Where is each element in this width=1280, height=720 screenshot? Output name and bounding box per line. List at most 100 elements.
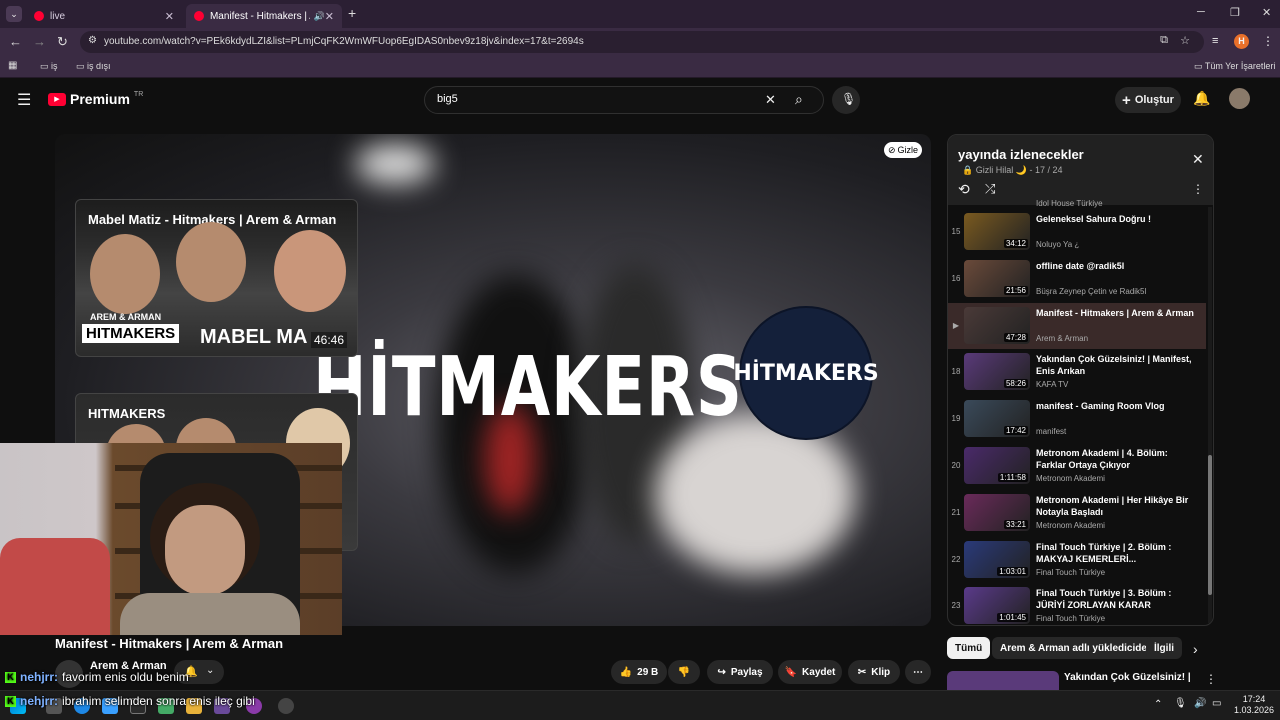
new-tab-icon[interactable]: + (348, 5, 356, 21)
apps-grid-icon[interactable]: ▦ (8, 60, 17, 71)
loop-icon[interactable]: ⟲ (958, 181, 970, 198)
voice-search-button[interactable]: 🎙 (832, 86, 860, 114)
playlist-item-title[interactable]: offline date @radik5l (1036, 260, 1196, 272)
install-app-icon[interactable]: ⧉ (1160, 34, 1168, 47)
folder-icon: ▭ (1194, 61, 1205, 71)
tray-volume-icon[interactable]: 🔊 (1194, 698, 1206, 709)
taskbar-app-icon[interactable] (278, 698, 294, 714)
audio-playing-icon[interactable]: 🔊 (314, 11, 325, 22)
playlist-item[interactable]: 20 1:11:58 Metronom Akademi | 4. Bölüm: Fa… (948, 443, 1206, 489)
playlist-item-title[interactable]: Final Touch Türkiye | 3. Bölüm : JÜRİYİ … (1036, 587, 1196, 611)
save-button[interactable]: 🔖 Kaydet (778, 660, 842, 684)
playlist-item[interactable]: 15 34:12 Geleneksel Sahura Doğru ! Noluyo Y… (948, 209, 1206, 255)
playlist-item[interactable]: ▶ 47:28 Manifest - Hitmakers | Arem & Arma… (948, 302, 1206, 349)
playlist-item-index: 20 (951, 461, 961, 470)
related-video-title[interactable]: Yakından Çok Güzelsiniz! | (1064, 672, 1191, 683)
tab-live[interactable]: live ✕ (26, 4, 182, 28)
playlist-item-title[interactable]: Manifest - Hitmakers | Arem & Arman (1036, 307, 1196, 319)
clear-search-icon[interactable]: ✕ (765, 92, 776, 108)
playlist-item-thumbnail[interactable]: 17:42 (964, 400, 1030, 438)
shuffle-icon[interactable]: ⤮ (985, 181, 995, 197)
tab-manifest[interactable]: Manifest - Hitmakers | Arem 🔊 ✕ (186, 4, 342, 28)
reload-icon[interactable]: ↻ (57, 34, 68, 50)
address-bar[interactable]: ⚙ youtube.com/watch?v=PEk6kdydLZI&list=P… (80, 31, 1204, 53)
bookmark-folder-is-disi[interactable]: ▭ iş dışı (76, 61, 111, 72)
playlist-item-title[interactable]: Metronom Akademi | 4. Bölüm: Farklar Ort… (1036, 447, 1196, 471)
hitmakers-title-overlay: HİTMAKERS (313, 340, 743, 435)
playlist-item-duration: 34:12 (1003, 239, 1028, 248)
playlist-item[interactable]: 23 1:01:45 Final Touch Türkiye | 3. Bölüm … (948, 583, 1206, 625)
tray-network-icon[interactable]: ▭ (1212, 698, 1221, 709)
chat-message: K nehjrr: ibrahim selimden sonra enis il… (5, 694, 255, 708)
clip-label: Klip (871, 666, 891, 678)
site-info-icon[interactable]: ⚙ (88, 35, 97, 46)
browser-menu-icon[interactable]: ⋮ (1262, 34, 1274, 48)
chip-from-uploader[interactable]: Arem & Arman adlı yüklediciden (992, 637, 1162, 659)
playlist-scrollbar-thumb[interactable] (1208, 455, 1212, 595)
like-button[interactable]: 👍 29 B (611, 660, 667, 684)
youtube-logo[interactable]: ▶ Premium TR (48, 91, 143, 107)
playlist-item-title[interactable]: Metronom Akademi | Her Hikâye Bir Notayl… (1036, 494, 1196, 518)
hide-endscreen-button[interactable]: ⊘ Gizle (884, 142, 922, 158)
search-icon[interactable]: ⌕ (795, 91, 803, 108)
notifications-bell-icon[interactable]: 🔔 (1193, 90, 1210, 107)
back-icon[interactable]: ← (9, 34, 22, 49)
playlist-item-channel: Final Touch Türkiye (1036, 567, 1106, 577)
close-tab-icon[interactable]: ✕ (325, 10, 334, 23)
close-playlist-icon[interactable]: ✕ (1192, 151, 1204, 168)
all-bookmarks-folder[interactable]: ▭ Tüm Yer İşaretleri (1194, 61, 1275, 72)
minimize-icon[interactable]: ─ (1197, 6, 1205, 18)
clip-button[interactable]: ✂ Klip (848, 660, 900, 684)
playlist-item-thumbnail[interactable]: 33:21 (964, 493, 1030, 531)
create-button[interactable]: + Oluştur (1115, 87, 1181, 113)
playlist-item[interactable]: 18 58:26 Yakından Çok Güzelsiniz! | Manife… (948, 349, 1206, 395)
close-window-icon[interactable]: ✕ (1262, 6, 1271, 19)
playlist-item-thumbnail[interactable]: 58:26 (964, 353, 1030, 391)
profile-avatar[interactable]: H (1234, 34, 1249, 49)
endscreen-card-mabel-matiz[interactable]: Mabel Matiz - Hitmakers | Arem & Arman A… (75, 199, 358, 357)
playlist-item[interactable]: 16 21:56 offline date @radik5l Büşra Zeynep… (948, 256, 1206, 302)
related-menu-icon[interactable]: ⋮ (1205, 672, 1217, 686)
playlist-item-thumbnail[interactable]: 21:56 (964, 259, 1030, 297)
search-input[interactable]: big5 (437, 93, 458, 105)
playlist-item-title[interactable]: Geleneksel Sahura Doğru ! (1036, 213, 1196, 225)
playlist-item[interactable]: 19 17:42 manifest - Gaming Room Vlog manife… (948, 396, 1206, 442)
bookmark-folder-is[interactable]: ▭ iş (40, 61, 58, 72)
playlist-owner[interactable]: Hilal 🌙 (996, 165, 1027, 175)
playlist-item-thumbnail[interactable]: 1:03:01 (964, 540, 1030, 578)
system-clock[interactable]: 17:24 1.03.2026 (1234, 694, 1274, 716)
playlist-item[interactable]: 21 33:21 Metronom Akademi | Her Hikâye Bir… (948, 490, 1206, 536)
search-box[interactable]: big5 ✕ ⌕ (424, 86, 824, 114)
bookmark-star-icon[interactable]: ☆ (1180, 34, 1190, 47)
related-thumbnail[interactable] (947, 671, 1059, 691)
more-actions-button[interactable]: ⋯ (905, 660, 931, 684)
playlist-menu-icon[interactable]: ⋮ (1192, 182, 1204, 196)
tray-mic-icon[interactable]: 🎙 (1174, 698, 1187, 709)
playlist-item-thumbnail[interactable]: 1:11:58 (964, 447, 1030, 484)
forward-icon[interactable]: → (33, 34, 46, 49)
account-avatar[interactable] (1229, 88, 1250, 109)
playlist-item-thumbnail[interactable]: 1:01:45 (964, 587, 1030, 625)
close-tab-icon[interactable]: ✕ (165, 10, 174, 23)
playlist-item-thumbnail[interactable]: 34:12 (964, 213, 1030, 250)
chip-all[interactable]: Tümü (947, 637, 991, 659)
playlist-item-title[interactable]: Final Touch Türkiye | 2. Bölüm : MAKYAJ … (1036, 541, 1196, 565)
folder-icon: ▭ (40, 61, 52, 71)
chevron-right-icon[interactable]: › (1193, 641, 1198, 657)
tab-search-icon[interactable]: ⌄ (6, 6, 22, 22)
dislike-button[interactable]: 👎 (668, 660, 700, 684)
maximize-icon[interactable]: ❐ (1230, 6, 1240, 19)
playlist-item[interactable]: 22 1:03:01 Final Touch Türkiye | 2. Bölüm … (948, 537, 1206, 583)
chevron-down-icon: ⌄ (206, 665, 215, 676)
share-button[interactable]: ↪ Paylaş (707, 660, 773, 684)
playlist-item-thumbnail[interactable]: 47:28 (964, 306, 1030, 344)
hamburger-menu-icon[interactable]: ☰ (17, 90, 31, 110)
media-control-icon[interactable]: ≡ (1212, 35, 1218, 47)
chip-related[interactable]: İlgili (1146, 637, 1182, 659)
playlist-item-title[interactable]: Yakından Çok Güzelsiniz! | Manifest, Eni… (1036, 353, 1196, 377)
scissors-icon: ✂ (857, 666, 867, 678)
tray-chevron-icon[interactable]: ⌃ (1154, 699, 1162, 710)
logo-text: Premium (70, 91, 130, 107)
playlist-item-title[interactable]: manifest - Gaming Room Vlog (1036, 400, 1196, 412)
create-label: Oluştur (1134, 94, 1174, 106)
